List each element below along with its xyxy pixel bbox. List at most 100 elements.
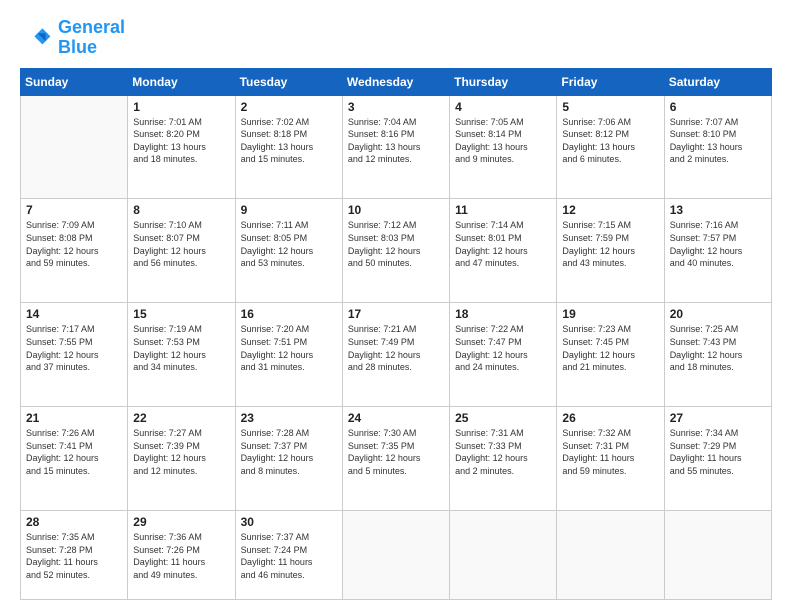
day-info: Sunrise: 7:37 AM Sunset: 7:24 PM Dayligh…: [241, 531, 337, 581]
day-info: Sunrise: 7:32 AM Sunset: 7:31 PM Dayligh…: [562, 427, 658, 477]
day-info: Sunrise: 7:11 AM Sunset: 8:05 PM Dayligh…: [241, 219, 337, 269]
calendar-cell: [664, 511, 771, 600]
calendar-table: SundayMondayTuesdayWednesdayThursdayFrid…: [20, 68, 772, 600]
day-info: Sunrise: 7:02 AM Sunset: 8:18 PM Dayligh…: [241, 116, 337, 166]
day-number: 9: [241, 203, 337, 217]
day-info: Sunrise: 7:15 AM Sunset: 7:59 PM Dayligh…: [562, 219, 658, 269]
day-number: 7: [26, 203, 122, 217]
calendar-cell: 13 Sunrise: 7:16 AM Sunset: 7:57 PM Dayli…: [664, 199, 771, 303]
header: General Blue: [20, 18, 772, 58]
calendar-cell: 25 Sunrise: 7:31 AM Sunset: 7:33 PM Dayli…: [450, 407, 557, 511]
day-info: Sunrise: 7:28 AM Sunset: 7:37 PM Dayligh…: [241, 427, 337, 477]
day-number: 30: [241, 515, 337, 529]
calendar-cell: 23 Sunrise: 7:28 AM Sunset: 7:37 PM Dayli…: [235, 407, 342, 511]
day-number: 20: [670, 307, 766, 321]
calendar-cell: 28Sunrise: 7:35 AM Sunset: 7:28 PM Dayli…: [21, 511, 128, 600]
day-info: Sunrise: 7:36 AM Sunset: 7:26 PM Dayligh…: [133, 531, 229, 581]
day-header-sunday: Sunday: [21, 68, 128, 95]
calendar-cell: 19 Sunrise: 7:23 AM Sunset: 7:45 PM Dayli…: [557, 303, 664, 407]
calendar-cell: 9 Sunrise: 7:11 AM Sunset: 8:05 PM Daylig…: [235, 199, 342, 303]
calendar-week-row: 14 Sunrise: 7:17 AM Sunset: 7:55 PM Dayli…: [21, 303, 772, 407]
calendar-cell: 18Sunrise: 7:22 AM Sunset: 7:47 PM Dayli…: [450, 303, 557, 407]
day-number: 19: [562, 307, 658, 321]
day-number: 26: [562, 411, 658, 425]
calendar-cell: 10 Sunrise: 7:12 AM Sunset: 8:03 PM Dayli…: [342, 199, 449, 303]
calendar-cell: 22 Sunrise: 7:27 AM Sunset: 7:39 PM Dayli…: [128, 407, 235, 511]
day-number: 21: [26, 411, 122, 425]
day-number: 8: [133, 203, 229, 217]
day-header-thursday: Thursday: [450, 68, 557, 95]
day-number: 2: [241, 100, 337, 114]
day-number: 25: [455, 411, 551, 425]
calendar-cell: 24Sunrise: 7:30 AM Sunset: 7:35 PM Dayli…: [342, 407, 449, 511]
day-info: Sunrise: 7:31 AM Sunset: 7:33 PM Dayligh…: [455, 427, 551, 477]
calendar-cell: 30 Sunrise: 7:37 AM Sunset: 7:24 PM Dayli…: [235, 511, 342, 600]
day-header-monday: Monday: [128, 68, 235, 95]
day-info: Sunrise: 7:25 AM Sunset: 7:43 PM Dayligh…: [670, 323, 766, 373]
day-info: Sunrise: 7:10 AM Sunset: 8:07 PM Dayligh…: [133, 219, 229, 269]
day-info: Sunrise: 7:06 AM Sunset: 8:12 PM Dayligh…: [562, 116, 658, 166]
calendar-week-row: 28Sunrise: 7:35 AM Sunset: 7:28 PM Dayli…: [21, 511, 772, 600]
day-number: 23: [241, 411, 337, 425]
calendar-cell: 2 Sunrise: 7:02 AM Sunset: 8:18 PM Daylig…: [235, 95, 342, 199]
calendar-cell: 6 Sunrise: 7:07 AM Sunset: 8:10 PM Daylig…: [664, 95, 771, 199]
day-header-tuesday: Tuesday: [235, 68, 342, 95]
day-number: 13: [670, 203, 766, 217]
day-info: Sunrise: 7:27 AM Sunset: 7:39 PM Dayligh…: [133, 427, 229, 477]
calendar-cell: 3Sunrise: 7:04 AM Sunset: 8:16 PM Daylig…: [342, 95, 449, 199]
day-info: Sunrise: 7:34 AM Sunset: 7:29 PM Dayligh…: [670, 427, 766, 477]
calendar-cell: 15 Sunrise: 7:19 AM Sunset: 7:53 PM Dayli…: [128, 303, 235, 407]
day-number: 29: [133, 515, 229, 529]
day-header-friday: Friday: [557, 68, 664, 95]
calendar-cell: [557, 511, 664, 600]
day-number: 3: [348, 100, 444, 114]
logo-icon: [20, 22, 52, 54]
day-info: Sunrise: 7:17 AM Sunset: 7:55 PM Dayligh…: [26, 323, 122, 373]
day-info: Sunrise: 7:23 AM Sunset: 7:45 PM Dayligh…: [562, 323, 658, 373]
day-number: 12: [562, 203, 658, 217]
day-number: 15: [133, 307, 229, 321]
calendar-cell: 1 Sunrise: 7:01 AM Sunset: 8:20 PM Daylig…: [128, 95, 235, 199]
calendar-cell: 17 Sunrise: 7:21 AM Sunset: 7:49 PM Dayli…: [342, 303, 449, 407]
calendar-cell: 11 Sunrise: 7:14 AM Sunset: 8:01 PM Dayli…: [450, 199, 557, 303]
day-number: 18: [455, 307, 551, 321]
calendar-cell: 4 Sunrise: 7:05 AM Sunset: 8:14 PM Daylig…: [450, 95, 557, 199]
day-info: Sunrise: 7:07 AM Sunset: 8:10 PM Dayligh…: [670, 116, 766, 166]
calendar-cell: 16Sunrise: 7:20 AM Sunset: 7:51 PM Dayli…: [235, 303, 342, 407]
day-info: Sunrise: 7:19 AM Sunset: 7:53 PM Dayligh…: [133, 323, 229, 373]
logo: General Blue: [20, 18, 125, 58]
day-number: 22: [133, 411, 229, 425]
day-info: Sunrise: 7:12 AM Sunset: 8:03 PM Dayligh…: [348, 219, 444, 269]
day-info: Sunrise: 7:21 AM Sunset: 7:49 PM Dayligh…: [348, 323, 444, 373]
day-number: 6: [670, 100, 766, 114]
day-info: Sunrise: 7:09 AM Sunset: 8:08 PM Dayligh…: [26, 219, 122, 269]
calendar-cell: 7 Sunrise: 7:09 AM Sunset: 8:08 PM Daylig…: [21, 199, 128, 303]
day-number: 4: [455, 100, 551, 114]
calendar-week-row: 7 Sunrise: 7:09 AM Sunset: 8:08 PM Daylig…: [21, 199, 772, 303]
day-header-wednesday: Wednesday: [342, 68, 449, 95]
day-info: Sunrise: 7:01 AM Sunset: 8:20 PM Dayligh…: [133, 116, 229, 166]
calendar-cell: 27Sunrise: 7:34 AM Sunset: 7:29 PM Dayli…: [664, 407, 771, 511]
day-number: 1: [133, 100, 229, 114]
calendar-cell: 14 Sunrise: 7:17 AM Sunset: 7:55 PM Dayli…: [21, 303, 128, 407]
calendar-cell: [450, 511, 557, 600]
calendar-cell: 21Sunrise: 7:26 AM Sunset: 7:41 PM Dayli…: [21, 407, 128, 511]
calendar-cell: 29 Sunrise: 7:36 AM Sunset: 7:26 PM Dayli…: [128, 511, 235, 600]
calendar-cell: [21, 95, 128, 199]
calendar-week-row: 21Sunrise: 7:26 AM Sunset: 7:41 PM Dayli…: [21, 407, 772, 511]
day-number: 14: [26, 307, 122, 321]
calendar-cell: 5 Sunrise: 7:06 AM Sunset: 8:12 PM Daylig…: [557, 95, 664, 199]
day-number: 17: [348, 307, 444, 321]
day-info: Sunrise: 7:30 AM Sunset: 7:35 PM Dayligh…: [348, 427, 444, 477]
day-info: Sunrise: 7:14 AM Sunset: 8:01 PM Dayligh…: [455, 219, 551, 269]
day-number: 5: [562, 100, 658, 114]
calendar-cell: 12 Sunrise: 7:15 AM Sunset: 7:59 PM Dayli…: [557, 199, 664, 303]
day-header-saturday: Saturday: [664, 68, 771, 95]
day-number: 10: [348, 203, 444, 217]
day-info: Sunrise: 7:16 AM Sunset: 7:57 PM Dayligh…: [670, 219, 766, 269]
calendar-header-row: SundayMondayTuesdayWednesdayThursdayFrid…: [21, 68, 772, 95]
day-info: Sunrise: 7:20 AM Sunset: 7:51 PM Dayligh…: [241, 323, 337, 373]
day-number: 11: [455, 203, 551, 217]
day-info: Sunrise: 7:05 AM Sunset: 8:14 PM Dayligh…: [455, 116, 551, 166]
day-info: Sunrise: 7:35 AM Sunset: 7:28 PM Dayligh…: [26, 531, 122, 581]
